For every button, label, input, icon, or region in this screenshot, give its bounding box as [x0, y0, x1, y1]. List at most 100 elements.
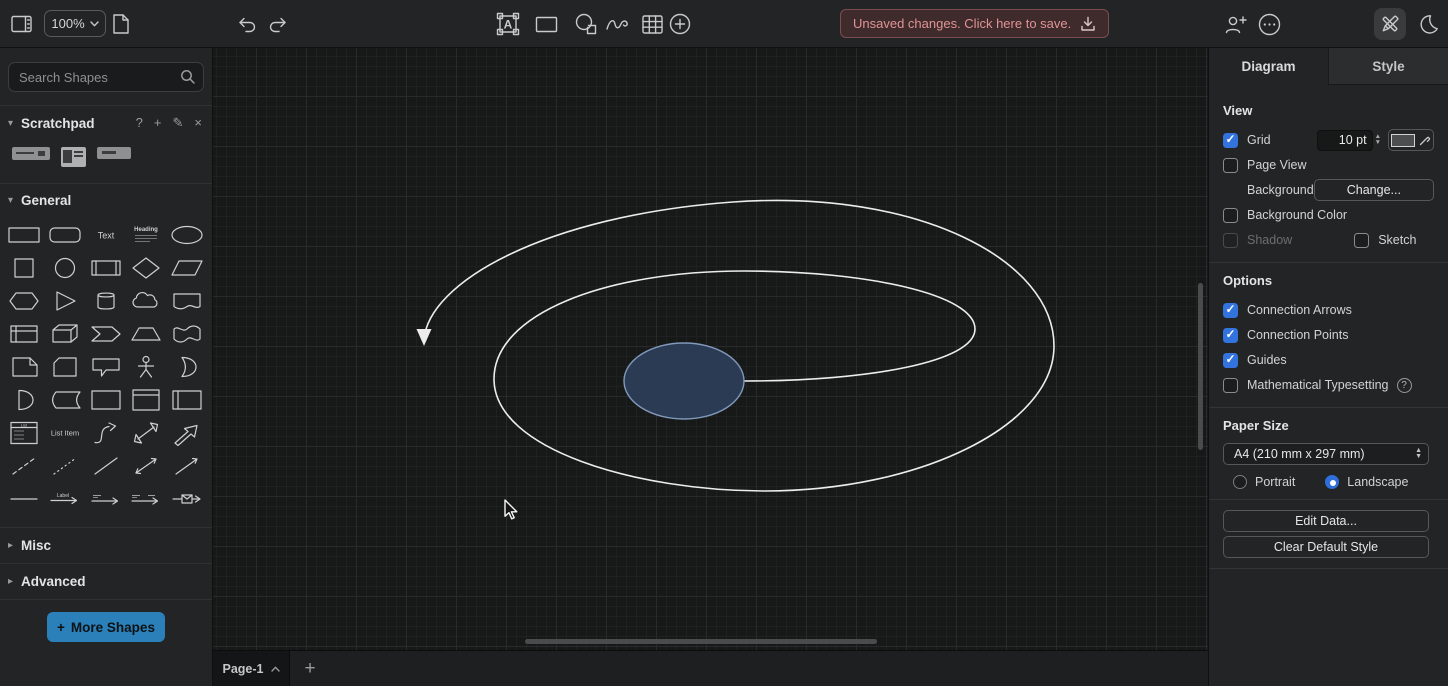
zoom-select[interactable]: 100%	[44, 10, 106, 37]
insert-freehand-button[interactable]	[603, 0, 633, 48]
page-tab[interactable]: Page-1	[213, 651, 290, 686]
advanced-section-header[interactable]: ▸ Advanced	[0, 564, 212, 599]
vertical-scrollbar[interactable]	[1198, 283, 1203, 450]
more-shapes-button[interactable]: + More Shapes	[47, 612, 165, 642]
shape-connector-label[interactable]	[86, 482, 126, 515]
shape-document[interactable]	[167, 284, 207, 317]
background-color-checkbox[interactable]	[1223, 208, 1238, 223]
search-shapes-input[interactable]	[8, 62, 204, 92]
shape-list-item[interactable]: List Item	[45, 416, 85, 449]
shape-parallelogram[interactable]	[167, 251, 207, 284]
page-setup-button[interactable]	[106, 0, 136, 48]
scratchpad-item[interactable]	[61, 147, 86, 167]
shape-data-storage[interactable]	[45, 383, 85, 416]
connection-arrows-checkbox[interactable]	[1223, 303, 1238, 318]
shape-callout[interactable]	[86, 350, 126, 383]
math-typesetting-checkbox[interactable]	[1223, 378, 1238, 393]
shape-list[interactable]: List	[4, 416, 44, 449]
shadow-checkbox[interactable]	[1223, 233, 1238, 248]
shape-note[interactable]	[4, 350, 44, 383]
clear-default-style-button[interactable]: Clear Default Style	[1223, 536, 1429, 558]
shape-horizontal-container[interactable]	[167, 383, 207, 416]
edit-data-button[interactable]: Edit Data...	[1223, 510, 1429, 532]
page-view-checkbox[interactable]	[1223, 158, 1238, 173]
shape-actor[interactable]	[126, 350, 166, 383]
shape-connector-symbol[interactable]	[167, 482, 207, 515]
scratchpad-item[interactable]	[12, 147, 50, 160]
add-page-button[interactable]: +	[290, 651, 330, 686]
undo-button[interactable]	[232, 0, 262, 48]
background-change-button[interactable]: Change...	[1314, 179, 1434, 201]
grid-checkbox[interactable]	[1223, 133, 1238, 148]
shape-process[interactable]	[86, 251, 126, 284]
shape-card[interactable]	[45, 350, 85, 383]
sketch-theme-button[interactable]	[1374, 8, 1406, 40]
insert-rectangle-button[interactable]	[531, 0, 561, 48]
shape-connector-labels[interactable]	[126, 482, 166, 515]
tab-diagram[interactable]: Diagram	[1209, 48, 1328, 85]
grid-size-stepper[interactable]: ▲▼	[1375, 134, 1381, 146]
shape-container[interactable]	[86, 383, 126, 416]
insert-text-button[interactable]: A	[493, 0, 523, 48]
shape-arrow[interactable]	[167, 416, 207, 449]
unsaved-changes-button[interactable]: Unsaved changes. Click here to save.	[840, 9, 1109, 38]
shape-and[interactable]	[4, 383, 44, 416]
horizontal-scrollbar[interactable]	[525, 639, 877, 644]
shape-bidirectional-connector[interactable]	[126, 449, 166, 482]
insert-table-button[interactable]	[637, 0, 667, 48]
theme-toggle-button[interactable]	[1413, 0, 1445, 48]
paper-size-select[interactable]: A4 (210 mm x 297 mm) ▲▼	[1223, 443, 1429, 465]
portrait-radio[interactable]	[1233, 475, 1247, 489]
shape-cloud[interactable]	[126, 284, 166, 317]
shape-trapezoid[interactable]	[126, 317, 166, 350]
shape-tape[interactable]	[167, 317, 207, 350]
misc-section-header[interactable]: ▸ Misc	[0, 528, 212, 563]
shape-link[interactable]	[4, 482, 44, 515]
shape-ellipse[interactable]	[167, 218, 207, 251]
shape-diamond[interactable]	[126, 251, 166, 284]
grid-color-button[interactable]	[1388, 129, 1434, 151]
shape-text[interactable]: Text	[86, 218, 126, 251]
shape-curve[interactable]	[86, 416, 126, 449]
shape-arrow-label[interactable]: Label	[45, 482, 85, 515]
guides-checkbox[interactable]	[1223, 353, 1238, 368]
share-button[interactable]	[1219, 0, 1253, 48]
shape-rectangle[interactable]	[4, 218, 44, 251]
shape-step[interactable]	[86, 317, 126, 350]
shape-line[interactable]	[86, 449, 126, 482]
grid-size-input[interactable]	[1317, 130, 1373, 151]
shape-internal-storage[interactable]	[4, 317, 44, 350]
scratchpad-item[interactable]	[97, 147, 131, 159]
shape-circle[interactable]	[45, 251, 85, 284]
more-actions-button[interactable]	[1252, 0, 1286, 48]
scratchpad-close-icon[interactable]: ×	[194, 115, 202, 131]
shape-textbox[interactable]: Heading	[126, 218, 166, 251]
shape-triangle[interactable]	[45, 284, 85, 317]
shape-hexagon[interactable]	[4, 284, 44, 317]
scratchpad-add-icon[interactable]: +	[154, 115, 162, 131]
landscape-radio[interactable]	[1325, 475, 1339, 489]
scratchpad-help-icon[interactable]: ?	[136, 115, 143, 131]
general-section-header[interactable]: ▾ General	[0, 184, 212, 212]
diagram-canvas[interactable]	[213, 48, 1208, 650]
shape-directional-connector[interactable]	[167, 449, 207, 482]
filled-ellipse-shape[interactable]	[624, 343, 744, 419]
shape-square[interactable]	[4, 251, 44, 284]
sketch-checkbox[interactable]	[1354, 233, 1369, 248]
shape-rounded-rectangle[interactable]	[45, 218, 85, 251]
insert-more-button[interactable]	[665, 0, 695, 48]
spiral-curve-shape[interactable]	[424, 200, 1054, 491]
toggle-panel-button[interactable]	[6, 0, 38, 48]
shape-or[interactable]	[167, 350, 207, 383]
shape-dotted-line[interactable]	[45, 449, 85, 482]
connection-points-checkbox[interactable]	[1223, 328, 1238, 343]
shape-cube[interactable]	[45, 317, 85, 350]
shape-dashed-line[interactable]	[4, 449, 44, 482]
insert-shape-button[interactable]	[570, 0, 600, 48]
shape-bidirectional-arrow[interactable]	[126, 416, 166, 449]
scratchpad-edit-icon[interactable]: ✎	[173, 115, 184, 131]
help-icon[interactable]: ?	[1397, 378, 1412, 393]
scratchpad-header[interactable]: ▾ Scratchpad ? + ✎ ×	[0, 106, 212, 135]
shape-cylinder[interactable]	[86, 284, 126, 317]
tab-style[interactable]: Style	[1328, 48, 1448, 85]
